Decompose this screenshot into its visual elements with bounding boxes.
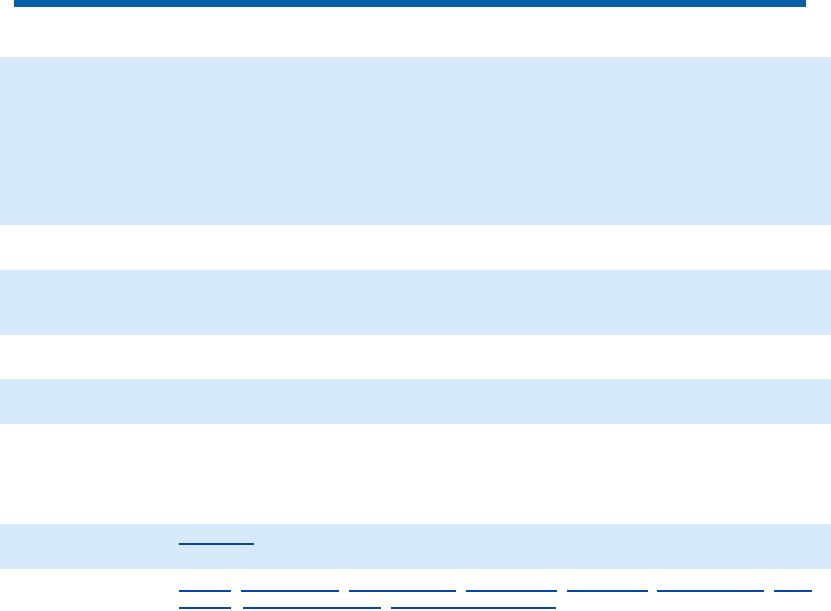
info-band-2 [0, 270, 831, 335]
footer-link-5[interactable] [567, 582, 648, 592]
footer-link-7[interactable] [774, 582, 812, 592]
footer-link-9[interactable] [243, 599, 381, 609]
footer-link-4[interactable] [466, 582, 557, 592]
page [0, 0, 831, 611]
footer-link-3[interactable] [349, 582, 456, 592]
footer-link-8[interactable] [179, 599, 231, 609]
info-band-1 [0, 57, 831, 225]
band-link[interactable] [179, 533, 254, 545]
info-band-3 [0, 379, 831, 424]
footer-link-2[interactable] [241, 582, 339, 592]
info-band-4 [0, 524, 831, 569]
footer-link-1[interactable] [179, 582, 231, 592]
footer-link-6[interactable] [657, 582, 764, 592]
header-bar [14, 0, 806, 7]
footer-link-10[interactable] [391, 599, 556, 609]
